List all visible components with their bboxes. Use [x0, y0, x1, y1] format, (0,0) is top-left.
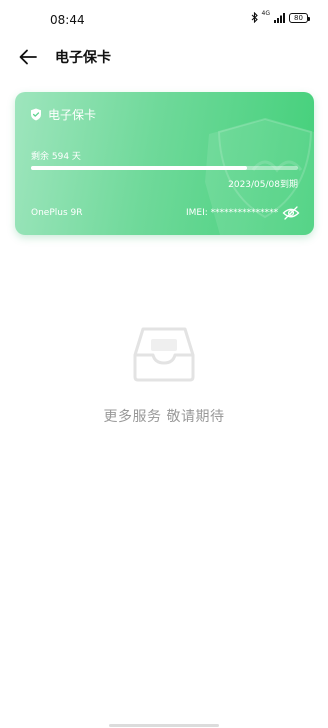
arrow-left-icon — [19, 49, 37, 65]
status-icons: 4G 80 — [251, 10, 310, 23]
expire-date: 2023/05/08到期 — [228, 180, 298, 190]
imei-text: IMEI: *************** — [186, 208, 279, 218]
shield-icon — [31, 108, 41, 121]
card-title: 电子保卡 — [48, 108, 97, 122]
warranty-progress-fill — [31, 166, 248, 170]
warranty-card[interactable]: 电子保卡 剩余 594 天 2023/05/08到期 OnePlus 9R IM… — [15, 92, 314, 235]
app-bar: 电子保卡 — [0, 40, 328, 74]
inbox-tray-icon — [131, 325, 197, 387]
warranty-progress — [31, 166, 298, 170]
bluetooth-icon — [251, 12, 258, 23]
status-time: 08:44 — [50, 13, 85, 27]
network-type: 4G — [261, 10, 270, 17]
empty-state-text: 更多服务 敬请期待 — [103, 409, 225, 425]
signal-icon — [274, 12, 285, 23]
remaining-days: 剩余 594 天 — [31, 152, 81, 162]
card-header: 电子保卡 — [30, 106, 96, 123]
eye-off-icon — [282, 206, 300, 220]
device-name: OnePlus 9R — [31, 208, 83, 218]
home-indicator[interactable] — [109, 724, 219, 727]
back-button[interactable] — [16, 46, 40, 68]
page-title: 电子保卡 — [55, 50, 111, 66]
battery-icon: 80 — [289, 12, 310, 23]
toggle-imei-visibility-button[interactable] — [282, 205, 300, 221]
status-bar: 08:44 4G 80 — [0, 0, 328, 40]
